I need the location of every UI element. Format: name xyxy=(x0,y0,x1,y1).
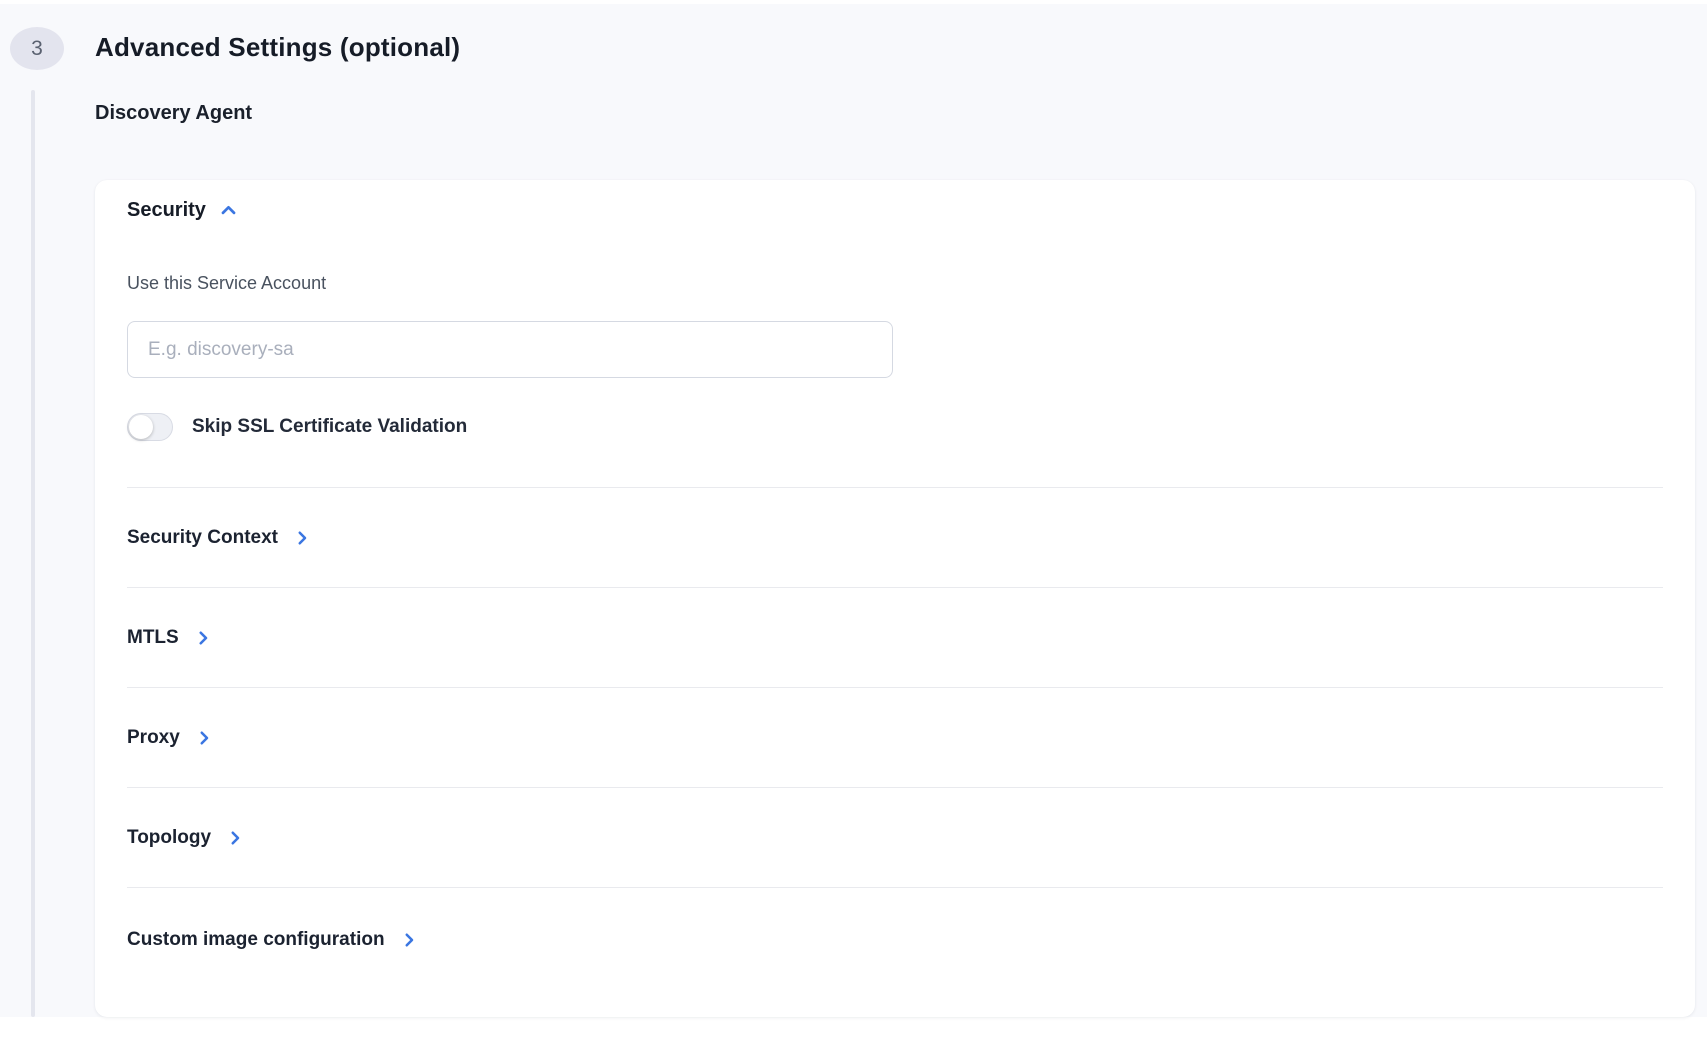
advanced-settings-step: 3 Advanced Settings (optional) Discovery… xyxy=(0,4,1707,1017)
chevron-right-icon xyxy=(226,829,244,847)
section-label: MTLS xyxy=(127,627,179,649)
chevron-right-icon xyxy=(400,931,418,949)
step-number: 3 xyxy=(31,37,43,61)
section-label: Topology xyxy=(127,827,211,849)
chevron-up-icon xyxy=(219,201,238,220)
skip-ssl-toggle[interactable] xyxy=(127,413,173,441)
section-label: Security Context xyxy=(127,527,278,549)
security-section-title: Security xyxy=(127,199,206,222)
step-guide-line xyxy=(31,90,35,1017)
skip-ssl-toggle-row: Skip SSL Certificate Validation xyxy=(127,413,467,441)
section-label: Proxy xyxy=(127,727,180,749)
section-row-custom-image-configuration[interactable]: Custom image configuration xyxy=(127,887,1663,991)
discovery-agent-heading: Discovery Agent xyxy=(95,102,252,125)
discovery-agent-settings-card: Security Use this Service Account Skip S… xyxy=(95,180,1695,1017)
section-row-proxy[interactable]: Proxy xyxy=(127,687,1663,787)
section-row-security-context[interactable]: Security Context xyxy=(127,487,1663,587)
collapsed-sections-list: Security Context MTLS Proxy xyxy=(127,487,1663,991)
skip-ssl-label: Skip SSL Certificate Validation xyxy=(192,416,467,438)
step-title: Advanced Settings (optional) xyxy=(95,32,460,63)
step-number-badge: 3 xyxy=(10,27,64,70)
section-row-topology[interactable]: Topology xyxy=(127,787,1663,887)
toggle-knob xyxy=(129,415,153,439)
chevron-right-icon xyxy=(293,529,311,547)
service-account-label: Use this Service Account xyxy=(127,271,1663,295)
section-row-mtls[interactable]: MTLS xyxy=(127,587,1663,687)
section-label: Custom image configuration xyxy=(127,929,385,951)
chevron-right-icon xyxy=(195,729,213,747)
service-account-input[interactable] xyxy=(127,321,893,378)
chevron-right-icon xyxy=(194,629,212,647)
security-section-toggle[interactable]: Security xyxy=(127,196,238,224)
